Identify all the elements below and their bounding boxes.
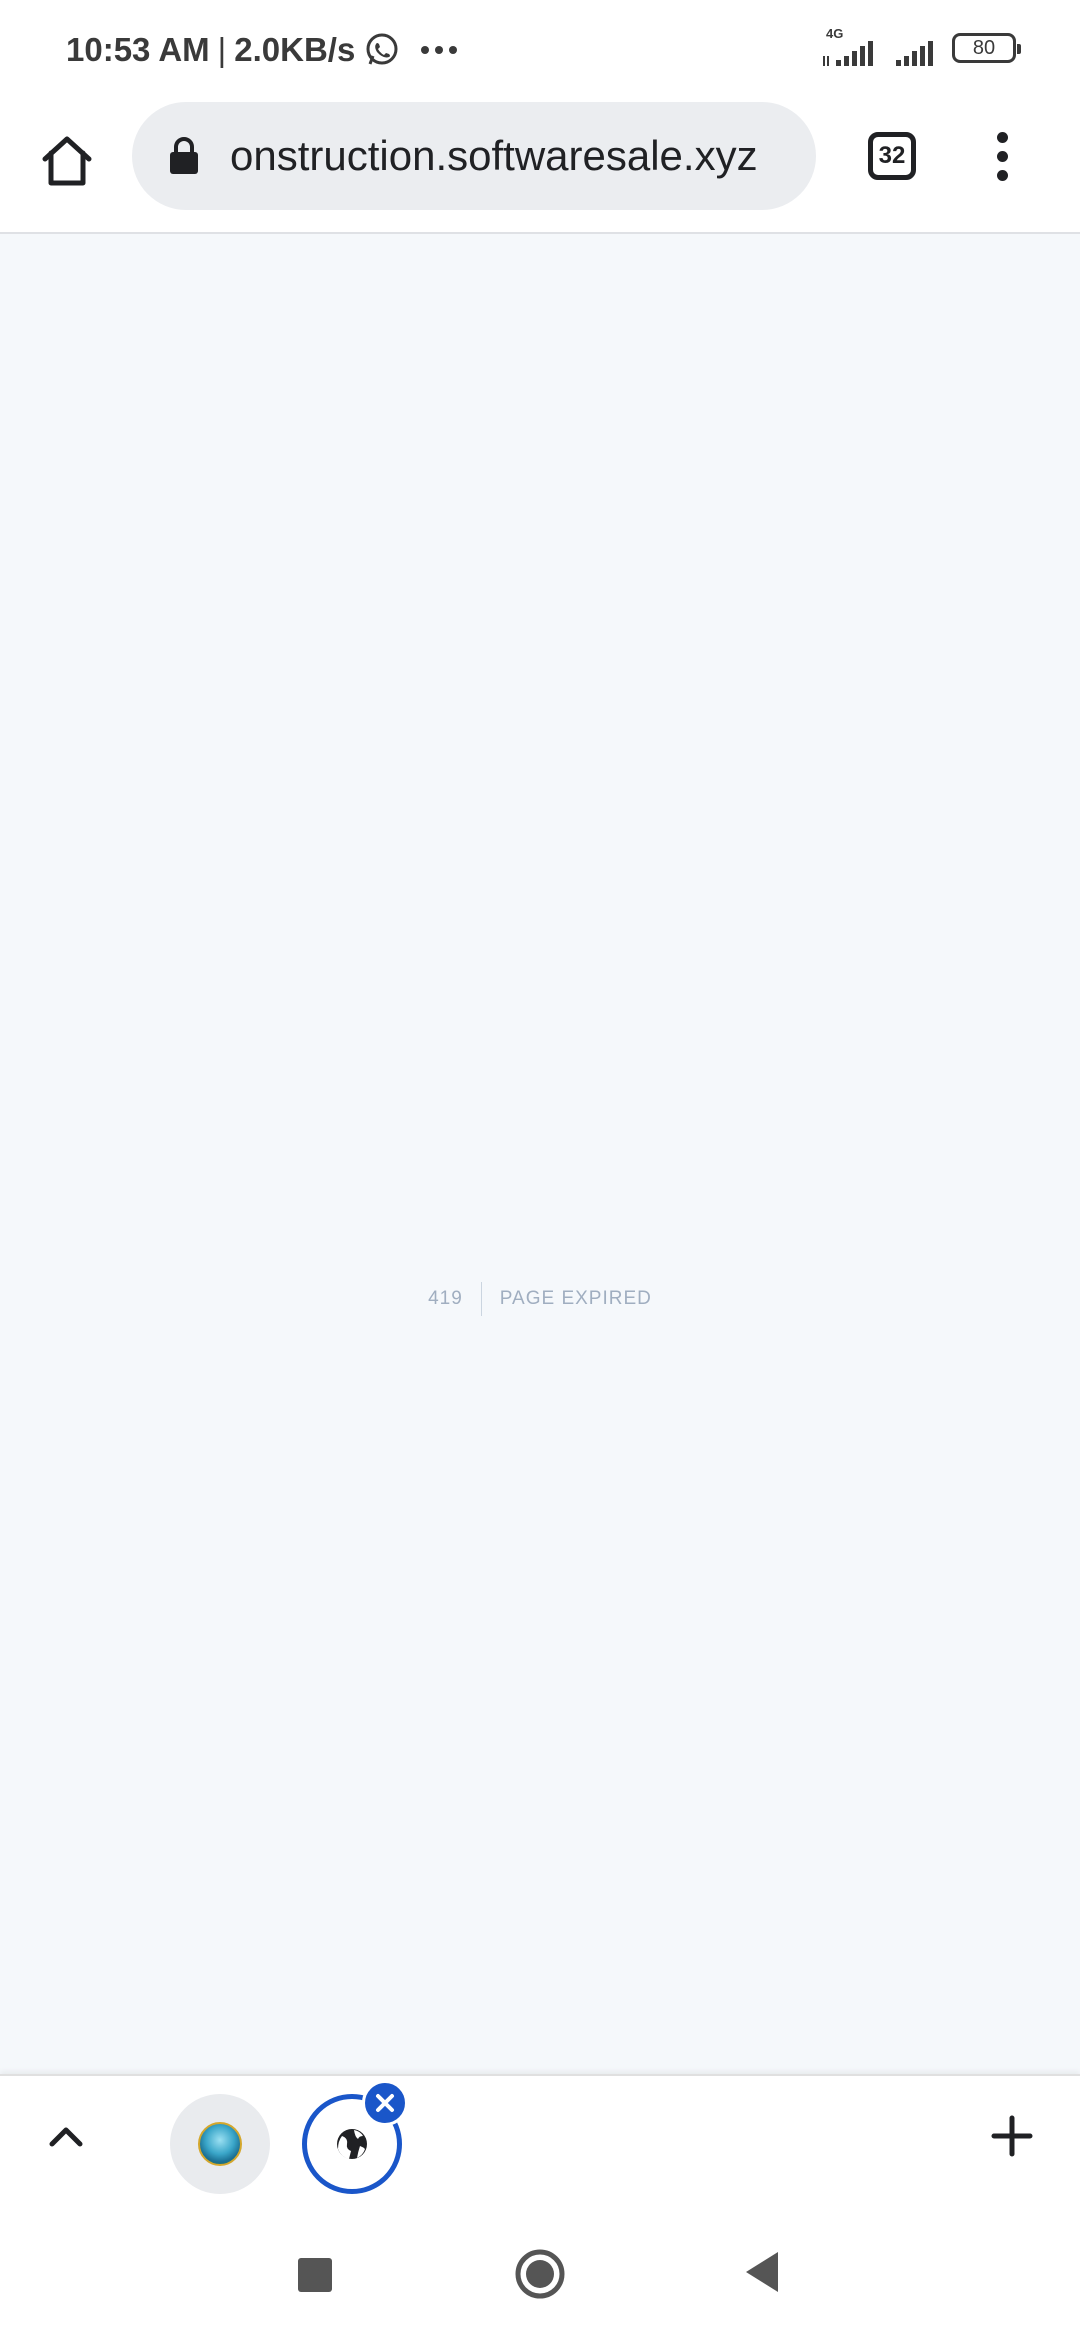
- more-notifications-icon: [421, 46, 458, 54]
- status-separator: |: [217, 31, 227, 68]
- signal-icon: [896, 41, 933, 66]
- home-icon: [42, 136, 92, 186]
- globe-icon: [337, 2129, 367, 2159]
- tab-group-bar: [0, 2074, 1080, 2210]
- status-time: 10:53 AM: [66, 31, 210, 68]
- system-nav-bar: [0, 2210, 1080, 2340]
- network-type-label: 4G: [826, 26, 843, 41]
- menu-dot: [996, 131, 1008, 143]
- site-logo-icon: [198, 2122, 242, 2166]
- tab-count: 32: [868, 132, 916, 180]
- error-code: 419: [428, 1282, 482, 1316]
- battery-icon: 80: [952, 33, 1021, 63]
- chevron-up-icon[interactable]: [44, 2114, 88, 2158]
- page-content: 419 PAGE EXPIRED: [0, 234, 1080, 2074]
- overflow-menu-button[interactable]: [980, 126, 1024, 186]
- status-left: 10:53 AM | 2.0KB/s: [66, 24, 459, 76]
- network-speed: 2.0KB/s: [234, 31, 356, 68]
- back-triangle-icon[interactable]: [744, 2250, 780, 2294]
- error-message: 419 PAGE EXPIRED: [0, 1282, 1080, 1316]
- menu-dot: [996, 169, 1008, 181]
- browser-toolbar: onstruction.softwaresale.xyz 32: [0, 100, 1080, 234]
- recents-square-icon[interactable]: [298, 2258, 332, 2292]
- battery-level: 80: [972, 36, 996, 59]
- address-bar[interactable]: onstruction.softwaresale.xyz: [132, 102, 816, 210]
- lock-icon: [170, 137, 198, 174]
- error-text: PAGE EXPIRED: [499, 1288, 652, 1309]
- status-right: 4G 80: [820, 26, 1021, 70]
- close-icon: [376, 2094, 394, 2112]
- whatsapp-icon: [366, 33, 398, 65]
- close-tab-button[interactable]: [362, 2080, 408, 2126]
- tab-thumbnail-1[interactable]: [170, 2094, 270, 2194]
- plus-icon[interactable]: [988, 2112, 1036, 2160]
- url-text[interactable]: onstruction.softwaresale.xyz: [230, 102, 810, 210]
- home-button[interactable]: [30, 124, 104, 198]
- menu-dot: [996, 150, 1008, 162]
- status-bar: 10:53 AM | 2.0KB/s 4G 80: [0, 0, 1080, 100]
- tab-switcher-button[interactable]: 32: [862, 126, 922, 186]
- signal-4g-icon: 4G: [823, 26, 873, 66]
- home-circle-icon[interactable]: [514, 2248, 566, 2300]
